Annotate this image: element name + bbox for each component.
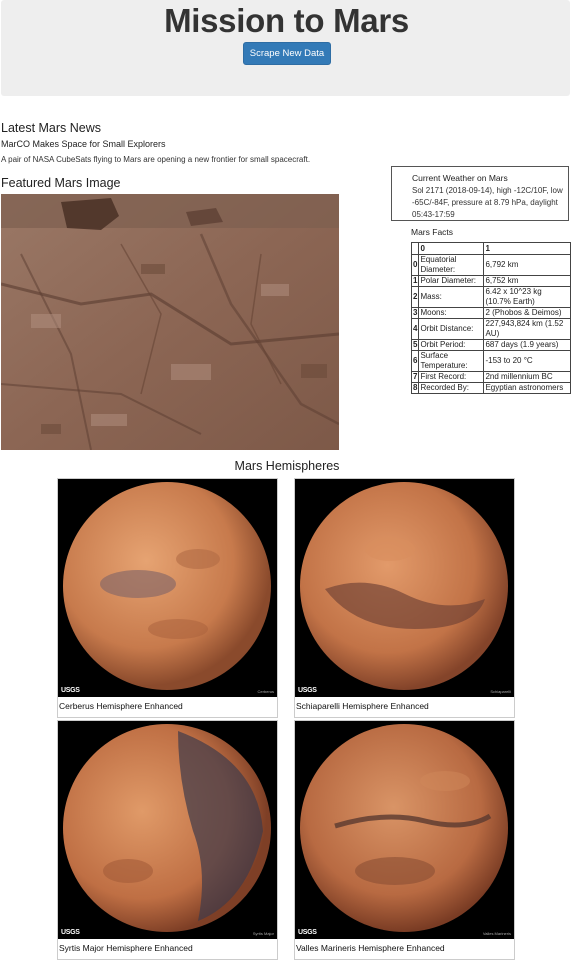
facts-col-1: 1 xyxy=(483,242,571,255)
rocky-terrain-image xyxy=(1,194,339,450)
fact-label: Equatorial Diameter: xyxy=(418,254,485,276)
table-row: 4 Orbit Distance: 227,943,824 km (1.52 A… xyxy=(410,318,571,340)
table-row: 6 Surface Temperature: -153 to 20 °C xyxy=(410,350,571,372)
row-index: 8 xyxy=(410,382,420,394)
hemisphere-card-cerberus[interactable]: USGS Cerberus Cerberus Hemisphere Enhanc… xyxy=(57,478,278,718)
hemisphere-caption: Schiaparelli Hemisphere Enhanced xyxy=(296,701,429,711)
fact-label: Mass: xyxy=(418,286,485,308)
fact-label: Orbit Period: xyxy=(418,339,485,351)
mars-globe-image xyxy=(300,724,508,932)
row-index: 4 xyxy=(410,318,420,340)
fact-value: 2nd millennium BC xyxy=(483,371,571,383)
news-title: MarCO Makes Space for Small Explorers xyxy=(1,139,166,149)
image-credit: Cerberus xyxy=(257,689,274,694)
hemispheres-heading: Mars Hemispheres xyxy=(234,459,340,473)
weather-panel: Current Weather on Mars Sol 2171 (2018-0… xyxy=(391,166,569,221)
fact-label: Polar Diameter: xyxy=(418,275,485,287)
usgs-logo: USGS xyxy=(61,687,80,694)
fact-value: 6,792 km xyxy=(483,254,571,276)
facts-table: 0 1 0 Equatorial Diameter: 6,792 km 1 Po… xyxy=(410,242,571,394)
fact-value: Egyptian astronomers xyxy=(483,382,571,394)
hemisphere-image[interactable]: USGS Cerberus xyxy=(58,479,277,697)
hemisphere-card-schiaparelli[interactable]: USGS Schiaparelli Schiaparelli Hemispher… xyxy=(294,478,515,718)
usgs-logo: USGS xyxy=(298,687,317,694)
table-row: 1 Polar Diameter: 6,752 km xyxy=(410,275,571,287)
jumbotron: Mission to Mars Scrape New Data xyxy=(1,0,570,96)
hemisphere-image[interactable]: USGS Valles Marineris xyxy=(295,721,514,939)
featured-heading: Featured Mars Image xyxy=(1,176,121,190)
image-credit: Schiaparelli xyxy=(490,689,511,694)
fact-value: 6.42 x 10^23 kg (10.7% Earth) xyxy=(483,286,571,308)
featured-image[interactable] xyxy=(1,194,339,450)
fact-label: Orbit Distance: xyxy=(418,318,485,340)
row-index: 1 xyxy=(410,275,420,287)
mars-globe-image xyxy=(300,482,508,690)
scrape-button[interactable]: Scrape New Data xyxy=(243,42,331,65)
hemisphere-image[interactable]: USGS Schiaparelli xyxy=(295,479,514,697)
hemisphere-card-valles-marineris[interactable]: USGS Valles Marineris Valles Marineris H… xyxy=(294,720,515,960)
row-index: 3 xyxy=(410,307,420,319)
hemisphere-image[interactable]: USGS Syrtis Major xyxy=(58,721,277,939)
facts-header-row: 0 1 xyxy=(410,242,571,255)
page-title: Mission to Mars xyxy=(164,2,409,39)
usgs-logo: USGS xyxy=(298,929,317,936)
mars-globe-image xyxy=(63,482,271,690)
fact-value: 687 days (1.9 years) xyxy=(483,339,571,351)
table-row: 3 Moons: 2 (Phobos & Deimos) xyxy=(410,307,571,319)
row-index: 5 xyxy=(410,339,420,351)
news-heading: Latest Mars News xyxy=(1,121,102,135)
facts-col-0: 0 xyxy=(418,242,485,255)
fact-value: 2 (Phobos & Deimos) xyxy=(483,307,571,319)
hemisphere-caption: Valles Marineris Hemisphere Enhanced xyxy=(296,943,445,953)
fact-label: Moons: xyxy=(418,307,485,319)
table-row: 2 Mass: 6.42 x 10^23 kg (10.7% Earth) xyxy=(410,286,571,308)
hemisphere-caption: Cerberus Hemisphere Enhanced xyxy=(59,701,183,711)
fact-value: 227,943,824 km (1.52 AU) xyxy=(483,318,571,340)
table-row: 0 Equatorial Diameter: 6,792 km xyxy=(410,254,571,276)
hemisphere-card-syrtis-major[interactable]: USGS Syrtis Major Syrtis Major Hemispher… xyxy=(57,720,278,960)
news-paragraph: A pair of NASA CubeSats flying to Mars a… xyxy=(1,155,311,164)
fact-label: First Record: xyxy=(418,371,485,383)
row-index: 0 xyxy=(410,254,420,276)
weather-text: Sol 2171 (2018-09-14), high -12C/10F, lo… xyxy=(412,186,563,219)
table-row: 5 Orbit Period: 687 days (1.9 years) xyxy=(410,339,571,351)
table-row: 8 Recorded By: Egyptian astronomers xyxy=(410,382,571,394)
facts-corner xyxy=(410,242,420,255)
usgs-logo: USGS xyxy=(61,929,80,936)
row-index: 7 xyxy=(410,371,420,383)
weather-heading: Current Weather on Mars xyxy=(412,173,508,183)
mars-globe-image xyxy=(63,724,271,932)
table-row: 7 First Record: 2nd millennium BC xyxy=(410,371,571,383)
row-index: 2 xyxy=(410,286,420,308)
row-index: 6 xyxy=(410,350,420,372)
fact-label: Surface Temperature: xyxy=(418,350,485,372)
fact-value: 6,752 km xyxy=(483,275,571,287)
facts-heading: Mars Facts xyxy=(411,227,454,237)
image-credit: Valles Marineris xyxy=(482,931,511,936)
fact-value: -153 to 20 °C xyxy=(483,350,571,372)
fact-label: Recorded By: xyxy=(418,382,485,394)
hemisphere-caption: Syrtis Major Hemisphere Enhanced xyxy=(59,943,193,953)
image-credit: Syrtis Major xyxy=(252,931,274,936)
